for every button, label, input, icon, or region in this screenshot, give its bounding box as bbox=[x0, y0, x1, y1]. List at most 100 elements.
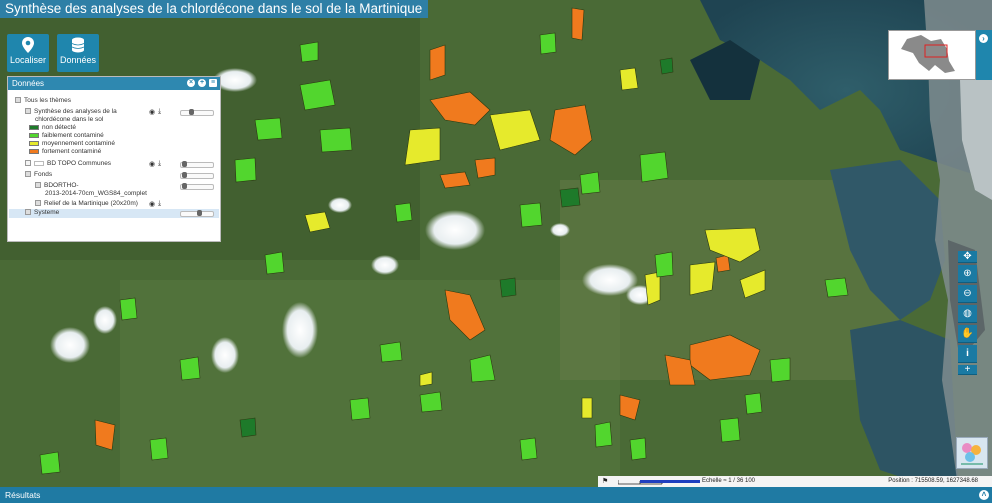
legend-label: fortement contaminé bbox=[42, 148, 102, 155]
overview-toggle-button[interactable]: › bbox=[976, 30, 992, 80]
parcel-faible[interactable] bbox=[349, 397, 371, 421]
parcel-fortement[interactable] bbox=[715, 254, 731, 273]
parcel-fortement[interactable] bbox=[571, 7, 585, 41]
checkbox[interactable] bbox=[35, 182, 41, 189]
overview-map[interactable] bbox=[888, 30, 976, 80]
parcel-faible[interactable] bbox=[769, 357, 791, 383]
full-extent-button[interactable]: ◍ bbox=[958, 305, 977, 323]
parcel-faible[interactable] bbox=[299, 41, 319, 63]
eye-icon[interactable]: ◉ bbox=[149, 108, 155, 116]
info-button[interactable]: i bbox=[958, 345, 977, 363]
checkbox[interactable] bbox=[25, 209, 31, 216]
tree-item-relief[interactable]: Relief de la Martinique (20x20m) bbox=[35, 200, 138, 207]
chevron-up-icon[interactable]: ˄ bbox=[979, 490, 989, 500]
cloud bbox=[425, 210, 485, 250]
parcel-faible[interactable] bbox=[579, 171, 601, 195]
eye-icon[interactable]: ◉ bbox=[149, 160, 155, 168]
parcel-moyen[interactable] bbox=[619, 67, 639, 91]
tree-item-bdortho[interactable]: BDORTHO- bbox=[35, 182, 79, 189]
opacity-slider[interactable] bbox=[180, 161, 214, 168]
opacity-slider[interactable] bbox=[180, 183, 214, 190]
legend-label: non détecté bbox=[42, 124, 76, 131]
parcel-moyen[interactable] bbox=[689, 261, 716, 296]
parcel-fortement[interactable] bbox=[94, 419, 116, 451]
parcel-faible[interactable] bbox=[639, 151, 669, 183]
parcel-fortement[interactable] bbox=[439, 171, 471, 189]
download-icon[interactable]: ⤓ bbox=[158, 160, 161, 168]
tree-item-bd-topo[interactable]: BD TOPO Communes bbox=[25, 160, 111, 167]
tree-label-continued: chlordécone dans le sol bbox=[35, 116, 104, 123]
zoom-out-button[interactable]: ⊖ bbox=[958, 285, 977, 303]
parcel-faible[interactable] bbox=[629, 437, 647, 461]
checkbox[interactable] bbox=[25, 108, 31, 115]
parcel-faible[interactable] bbox=[319, 127, 353, 153]
hand-button[interactable]: ✋ bbox=[958, 325, 977, 343]
cloud bbox=[50, 327, 90, 363]
tree-label: Systeme bbox=[34, 209, 60, 216]
localiser-label: Localiser bbox=[9, 55, 47, 65]
tree-item-synthese[interactable]: Synthèse des analyses de la bbox=[25, 108, 117, 115]
parcel-faible[interactable] bbox=[594, 421, 613, 448]
legend-swatch bbox=[29, 140, 39, 146]
parcel-faible[interactable] bbox=[394, 202, 413, 223]
parcel-non-detecte[interactable] bbox=[239, 417, 257, 438]
parcel-faible[interactable] bbox=[264, 251, 285, 275]
parcel-fortement[interactable] bbox=[429, 44, 446, 81]
parcel-faible[interactable] bbox=[149, 437, 169, 461]
legend-faible: faiblement contaminé bbox=[29, 132, 104, 139]
checkbox[interactable] bbox=[35, 200, 41, 207]
parcel-faible[interactable] bbox=[419, 391, 443, 413]
opacity-slider[interactable] bbox=[180, 210, 214, 217]
partner-logo[interactable] bbox=[956, 437, 988, 469]
parcel-faible[interactable] bbox=[519, 202, 543, 228]
parcel-faible[interactable] bbox=[519, 437, 538, 461]
pan-button[interactable]: ✥ bbox=[958, 251, 977, 263]
parcel-faible[interactable] bbox=[744, 392, 763, 415]
parcel-faible[interactable] bbox=[39, 451, 61, 475]
info-icon: i bbox=[966, 348, 969, 359]
legend-swatch bbox=[29, 124, 39, 130]
parcel-faible[interactable] bbox=[379, 341, 403, 363]
parcel-faible[interactable] bbox=[299, 79, 336, 111]
cloud bbox=[371, 255, 399, 275]
more-button[interactable]: + bbox=[958, 365, 977, 375]
opacity-slider[interactable] bbox=[180, 109, 214, 116]
parcel-moyen[interactable] bbox=[581, 397, 593, 419]
close-icon[interactable]: × bbox=[187, 79, 195, 87]
download-icon[interactable]: ⤓ bbox=[158, 108, 161, 116]
download-icon[interactable]: ⤓ bbox=[158, 200, 161, 208]
add-layer-icon[interactable]: + bbox=[198, 79, 206, 87]
parcel-faible[interactable] bbox=[654, 251, 674, 278]
parcel-moyen[interactable] bbox=[404, 127, 441, 166]
donnees-button[interactable]: Données bbox=[57, 34, 99, 72]
checkbox[interactable] bbox=[25, 160, 31, 167]
scale-tool-icon[interactable]: ⚑ bbox=[602, 476, 608, 487]
parcel-faible[interactable] bbox=[119, 297, 138, 321]
parcel-non-detecte[interactable] bbox=[559, 187, 581, 208]
checkbox[interactable] bbox=[25, 171, 31, 178]
menu-icon[interactable]: ≡ bbox=[209, 79, 217, 87]
localiser-button[interactable]: Localiser bbox=[7, 34, 49, 72]
zoom-in-button[interactable]: ⊕ bbox=[958, 265, 977, 283]
parcel-faible[interactable] bbox=[824, 277, 849, 298]
parcel-faible[interactable] bbox=[539, 32, 557, 55]
tree-label-continued: 2013-2014-70cm_WGS84_complet bbox=[45, 190, 147, 197]
tree-label: Tous les thèmes bbox=[24, 97, 71, 104]
parcel-faible[interactable] bbox=[719, 417, 741, 443]
parcel-faible[interactable] bbox=[254, 117, 283, 141]
scale-label: Echelle ≈ 1 / 36 100 bbox=[702, 478, 755, 484]
tree-item-tous-themes[interactable]: Tous les thèmes bbox=[15, 97, 71, 104]
opacity-slider[interactable] bbox=[180, 172, 214, 179]
tree-item-fonds[interactable]: Fonds bbox=[25, 171, 52, 178]
parcel-faible[interactable] bbox=[234, 157, 257, 183]
eye-icon[interactable]: ◉ bbox=[149, 200, 155, 208]
results-bar[interactable]: Résultats ˄ bbox=[0, 487, 992, 503]
checkbox[interactable] bbox=[15, 97, 21, 104]
parcel-non-detecte[interactable] bbox=[659, 57, 674, 75]
plus-icon: + bbox=[964, 364, 971, 375]
chevron-right-icon: › bbox=[979, 34, 988, 43]
parcel-faible[interactable] bbox=[179, 356, 201, 381]
parcel-non-detecte[interactable] bbox=[499, 277, 517, 298]
donnees-label: Données bbox=[59, 55, 97, 65]
parcel-fortement[interactable] bbox=[474, 157, 496, 179]
